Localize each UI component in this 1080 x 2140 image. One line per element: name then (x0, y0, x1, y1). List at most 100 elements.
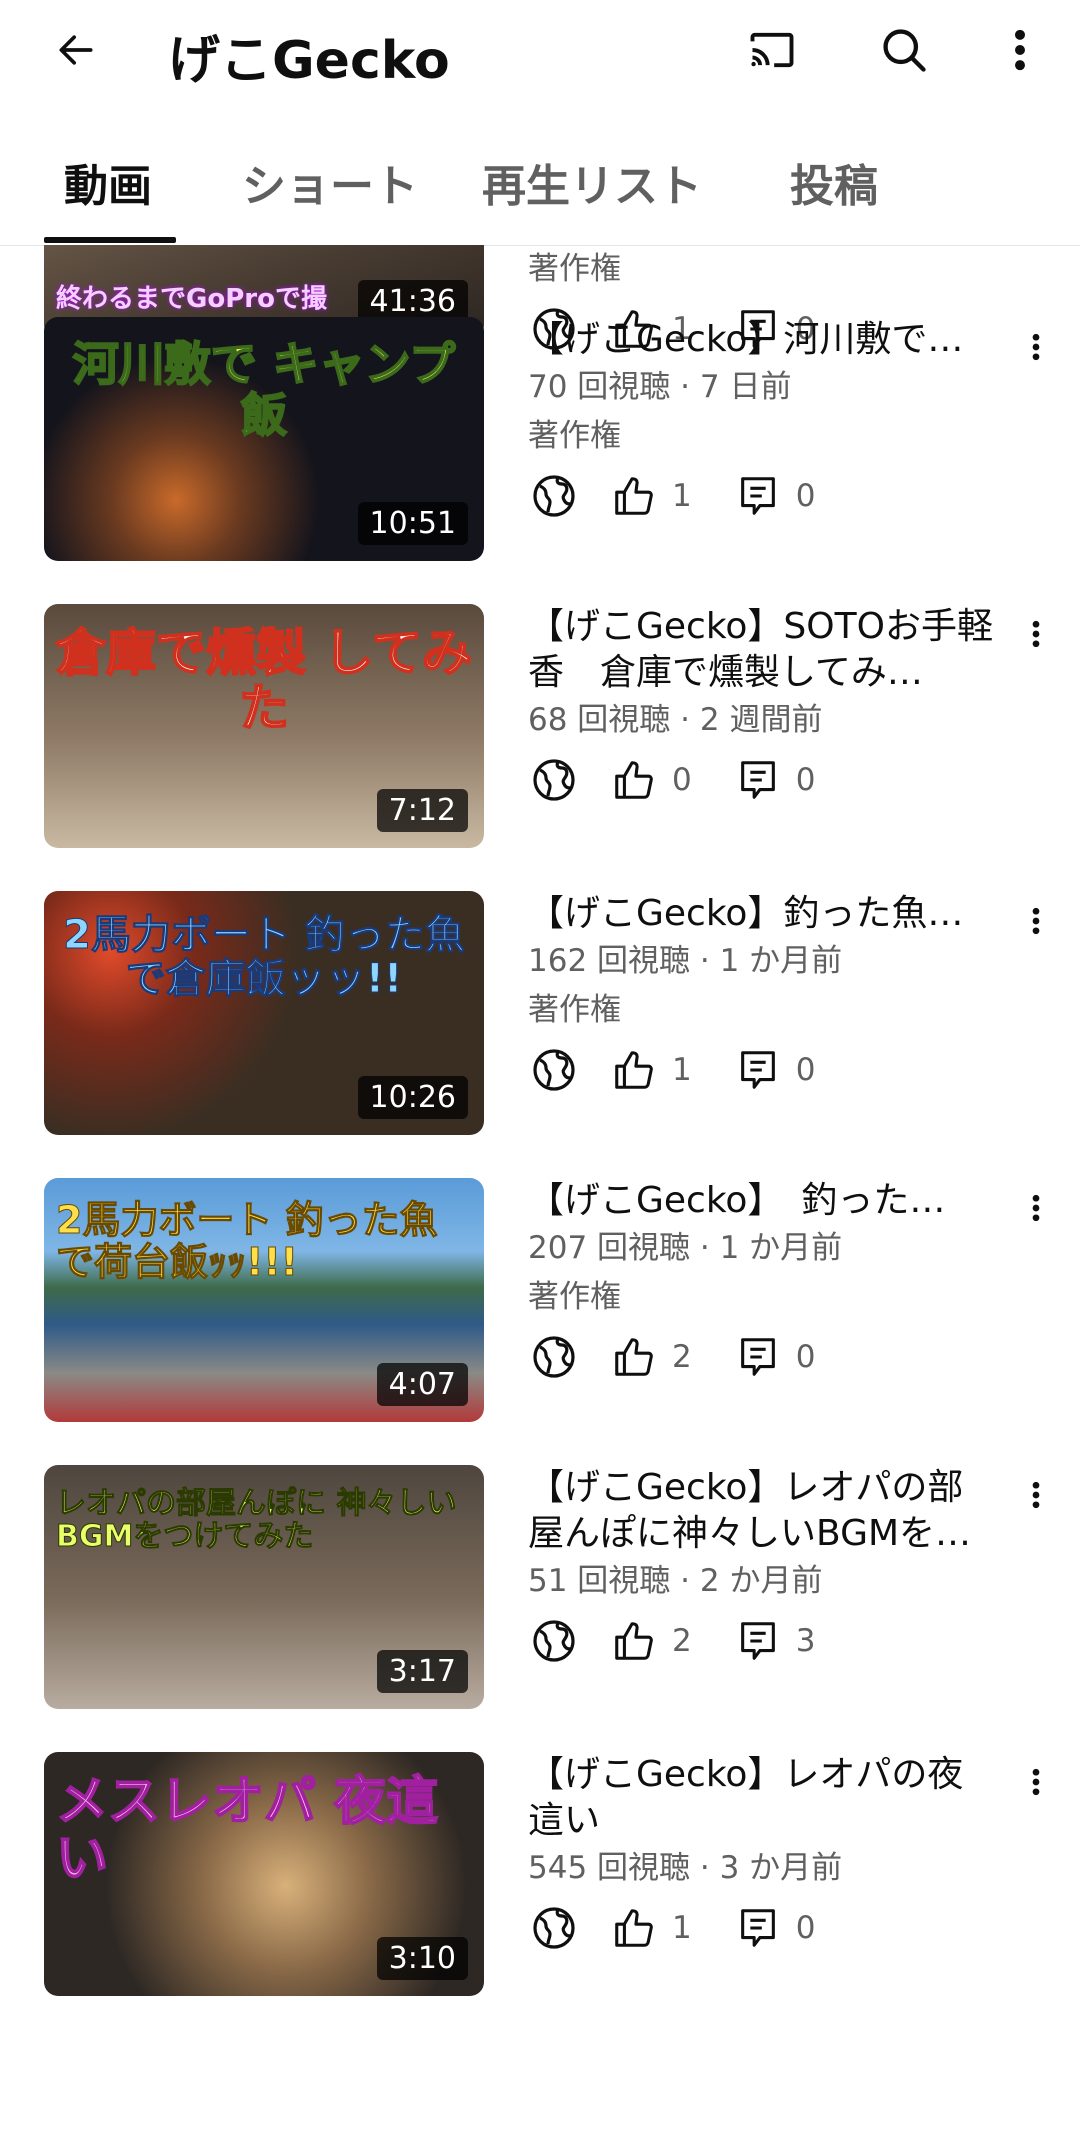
thumb-up-icon[interactable] (608, 470, 660, 522)
comment-icon[interactable] (732, 1615, 784, 1667)
search-button[interactable] (868, 14, 940, 86)
more-vert-icon (1032, 620, 1040, 648)
video-title[interactable]: 【げこGecko】釣った魚… (528, 891, 998, 937)
video-stats: 1 0 (528, 461, 998, 531)
video-thumbnail[interactable]: 2馬力ボート 釣った魚で荷台飯ｯｯ!!! 4:07 (44, 1178, 484, 1422)
video-item[interactable]: 倉庫で燻製 してみた 7:12 【げこGecko】SOTOお手軽香 倉庫で燻製し… (0, 604, 1080, 854)
thumbnail-caption: 倉庫で燻製 してみた (55, 624, 473, 737)
more-vert-icon (1032, 333, 1040, 361)
thumb-up-icon[interactable] (608, 754, 660, 806)
thumb-up-icon[interactable] (608, 1331, 660, 1383)
thumbnail-caption: レオパの部屋んぽに 神々しいBGMをつけてみた (56, 1486, 457, 1554)
video-thumbnail[interactable]: レオパの部屋んぽに 神々しいBGMをつけてみた 3:17 (44, 1465, 484, 1709)
thumbnail-caption: 河川敷で キャンプ飯 (72, 337, 457, 442)
video-title[interactable]: 【げこGecko】SOTOお手軽香 倉庫で燻製してみ… (528, 604, 998, 696)
back-icon (59, 35, 93, 65)
video-more-button[interactable] (1018, 891, 1054, 951)
more-options-button[interactable] (984, 14, 1056, 86)
back-button[interactable] (40, 14, 112, 86)
globe-icon (528, 1615, 580, 1667)
video-stats: 1 0 (528, 1035, 998, 1105)
comment-count: 0 (795, 762, 816, 798)
cast-button[interactable] (736, 14, 808, 86)
video-views: 70 回視聴 · 7 日前 (528, 369, 792, 405)
video-more-button[interactable] (1018, 1178, 1054, 1238)
like-count: 1 (672, 1910, 692, 1946)
thumbnail-caption: 2馬力ボート 釣った魚で倉庫飯ッッ!! (63, 912, 466, 1002)
globe-icon (528, 1331, 580, 1383)
video-thumbnail[interactable]: 倉庫で燻製 してみた 7:12 (44, 604, 484, 848)
thumbnail-caption: メスレオパ 夜這い (55, 1772, 439, 1890)
comment-count: 3 (795, 1623, 816, 1659)
comment-icon[interactable] (732, 1331, 784, 1383)
like-count: 1 (672, 1052, 692, 1088)
video-duration: 4:07 (376, 1363, 468, 1406)
video-item[interactable]: 2馬力ボート 釣った魚で荷台飯ｯｯ!!! 4:07 【げこGecko】 釣った…… (0, 1178, 1080, 1428)
video-views: 68 回視聴 · 2 週間前 (528, 702, 823, 738)
channel-title: げこGecko (168, 31, 450, 91)
channel-tabs: 動画 ショート 再生リスト 投稿 (0, 100, 1080, 246)
tab-videos[interactable]: 動画 (64, 150, 152, 214)
copyright-label: 著作権 (528, 1279, 621, 1315)
more-vert-icon (1032, 1481, 1040, 1509)
video-item[interactable]: 2馬力ボート 釣った魚で倉庫飯ッッ!! 10:26 【げこGecko】釣った魚…… (0, 891, 1080, 1141)
tab-shorts[interactable]: ショート (242, 150, 418, 214)
copyright-label: 著作権 (528, 251, 621, 287)
globe-icon (528, 754, 580, 806)
video-more-button[interactable] (1018, 1752, 1054, 1812)
video-views: 545 回視聴 · 3 か月前 (528, 1850, 843, 1886)
video-thumbnail[interactable]: 2馬力ボート 釣った魚で倉庫飯ッッ!! 10:26 (44, 891, 484, 1135)
like-count: 1 (672, 478, 692, 514)
video-stats: 2 0 (528, 1322, 998, 1392)
video-item[interactable]: 河川敷で キャンプ飯 10:51 【げこGecko】河川敷で… 70 回視聴 ·… (0, 317, 1080, 567)
video-title[interactable]: 【げこGecko】 釣った… (528, 1178, 998, 1224)
comment-count: 0 (795, 1339, 816, 1375)
comment-count: 0 (795, 478, 816, 514)
like-count: 0 (672, 762, 692, 798)
active-tab-indicator (44, 237, 176, 243)
video-more-button[interactable] (1018, 604, 1054, 664)
video-more-button[interactable] (1018, 1465, 1054, 1525)
video-duration: 10:26 (357, 1076, 468, 1119)
video-stats: 1 0 (528, 1893, 998, 1963)
copyright-label: 著作権 (528, 418, 621, 454)
video-item[interactable]: レオパの部屋んぽに 神々しいBGMをつけてみた 3:17 【げこGecko】レオ… (0, 1465, 1080, 1715)
cast-icon (750, 32, 794, 68)
thumb-up-icon[interactable] (608, 1902, 660, 1954)
more-vert-icon (1032, 1194, 1040, 1222)
comment-icon[interactable] (732, 470, 784, 522)
video-thumbnail[interactable]: 河川敷で キャンプ飯 10:51 (44, 317, 484, 561)
like-count: 2 (672, 1623, 692, 1659)
globe-icon (528, 1044, 580, 1096)
video-duration: 10:51 (357, 502, 468, 545)
search-icon (883, 29, 926, 72)
video-stats: 0 0 (528, 745, 998, 815)
thumb-up-icon[interactable] (608, 1044, 660, 1096)
comment-icon[interactable] (732, 1902, 784, 1954)
comment-count: 0 (795, 1910, 816, 1946)
video-views: 51 回視聴 · 2 か月前 (528, 1563, 823, 1599)
comment-icon[interactable] (732, 1044, 784, 1096)
video-duration: 3:17 (376, 1650, 468, 1693)
video-more-button[interactable] (1018, 317, 1054, 377)
comment-count: 0 (795, 1052, 816, 1088)
video-item[interactable]: メスレオパ 夜這い 3:10 【げこGecko】レオパの夜這い 545 回視聴 … (0, 1752, 1080, 2002)
thumb-up-icon[interactable] (608, 1615, 660, 1667)
comment-icon[interactable] (732, 754, 784, 806)
video-views: 207 回視聴 · 1 か月前 (528, 1230, 843, 1266)
video-views: 162 回視聴 · 1 か月前 (528, 943, 843, 979)
video-title[interactable]: 【げこGecko】河川敷で… (528, 317, 998, 363)
video-list: 終わるまでGoProで撮 41:36 著作権 1 0 河川敷で キャンプ飯 10… (0, 245, 1080, 2140)
copyright-label: 著作権 (528, 992, 621, 1028)
video-title[interactable]: 【げこGecko】レオパの部屋んぽに神々しいBGMを… (528, 1465, 998, 1557)
video-duration: 3:10 (376, 1937, 468, 1980)
more-vert-icon (1032, 907, 1040, 935)
globe-icon (528, 1902, 580, 1954)
tab-posts[interactable]: 投稿 (790, 150, 878, 214)
tab-playlists[interactable]: 再生リスト (482, 150, 702, 214)
video-stats: 2 3 (528, 1606, 998, 1676)
video-title[interactable]: 【げこGecko】レオパの夜這い (528, 1752, 998, 1844)
app-bar: げこGecko (0, 0, 1080, 100)
video-thumbnail[interactable]: メスレオパ 夜這い 3:10 (44, 1752, 484, 1996)
thumbnail-caption: 2馬力ボート 釣った魚で荷台飯ｯｯ!!! (56, 1198, 439, 1284)
